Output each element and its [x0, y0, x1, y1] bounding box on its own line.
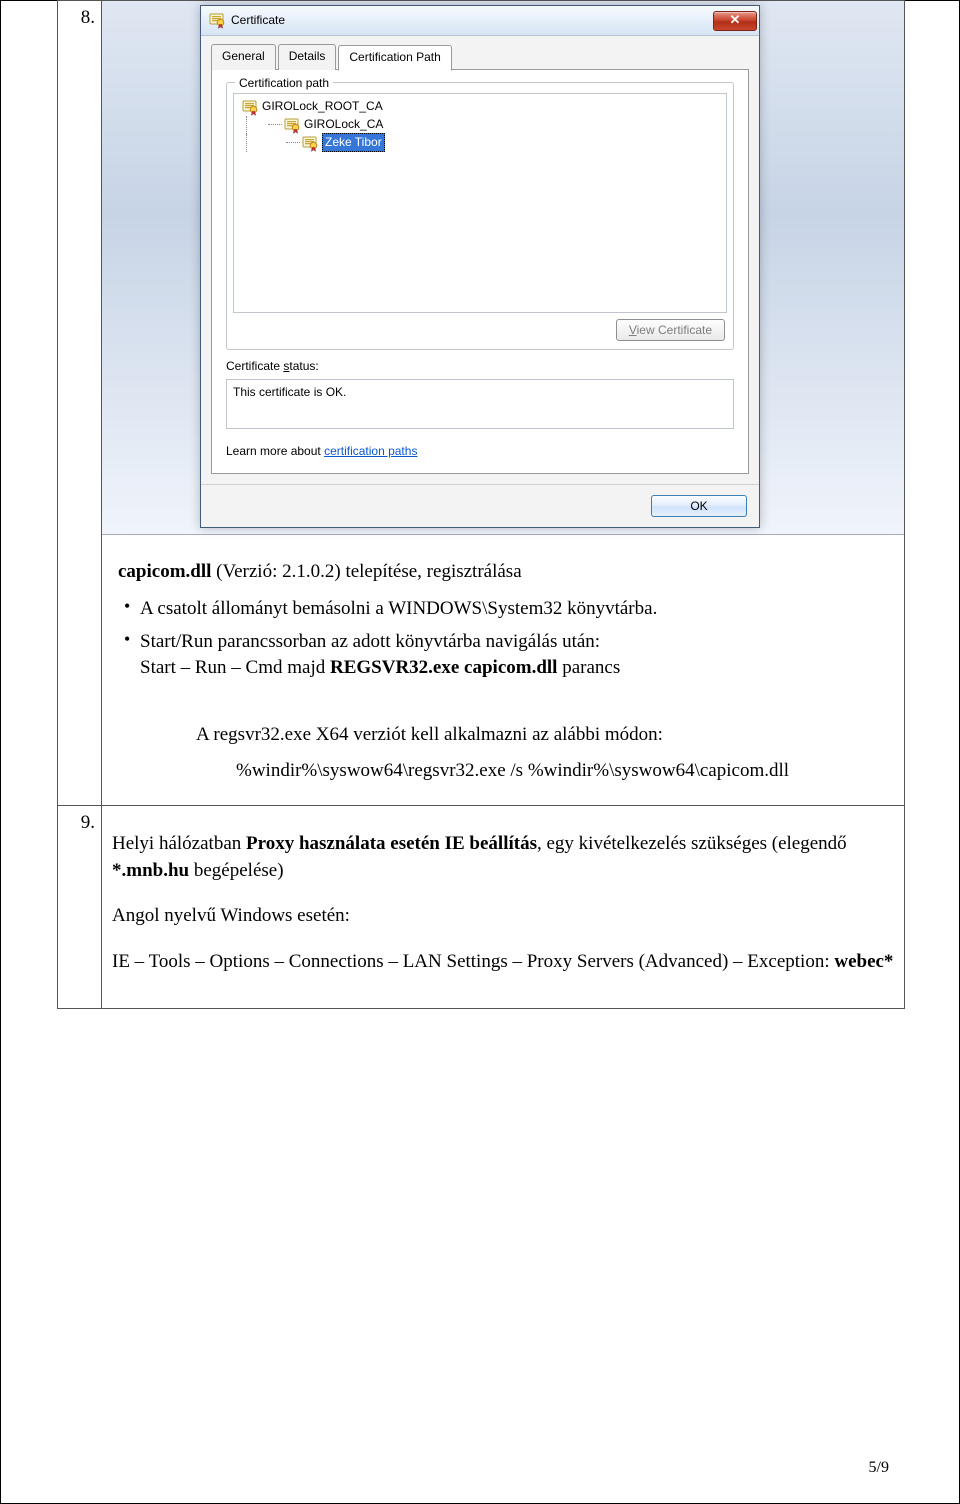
page: 8. Certificate ✕ [0, 0, 960, 1504]
tree-label: GIROLock_ROOT_CA [262, 98, 383, 115]
certificate-dialog: Certificate ✕ General Details Certificat… [200, 5, 760, 528]
close-button[interactable]: ✕ [713, 11, 757, 31]
row-number-8: 8. [58, 1, 102, 805]
tree-item-root[interactable]: GIROLock_ROOT_CA [238, 98, 722, 116]
tab-strip: General Details Certification Path [211, 44, 749, 70]
dialog-footer: OK [201, 484, 759, 527]
ok-button[interactable]: OK [651, 495, 747, 517]
x64-command: %windir%\syswow64\regsvr32.exe /s %windi… [118, 758, 888, 785]
proxy-line1: Helyi hálózatban Proxy használata esetén… [112, 831, 894, 884]
certificate-icon [242, 100, 258, 114]
bullet-dot-icon: • [124, 596, 140, 616]
certificate-status-label: Certificate status: [226, 358, 734, 375]
bullet-copy-file: • A csatolt állományt bemásolni a WINDOW… [124, 596, 888, 623]
tab-certification-path[interactable]: Certification Path [338, 45, 451, 71]
tab-details[interactable]: Details [278, 44, 337, 70]
certificate-icon [302, 136, 318, 150]
window-title: Certificate [231, 12, 713, 29]
group-label: Certification path [235, 75, 333, 92]
tree-item-intermediate[interactable]: GIROLock_CA [238, 116, 722, 134]
tree-label-selected: Zeke Tibor [322, 133, 385, 152]
tree-label: GIROLock_CA [304, 116, 383, 133]
tab-panel: Certification path GIROLock_ROOT_CA [211, 69, 749, 475]
certificate-status-text: This certificate is OK. [233, 385, 346, 399]
proxy-line2: Angol nyelvű Windows esetén: [112, 903, 894, 930]
capicom-heading: capicom.dll (Verzió: 2.1.0.2) telepítése… [118, 559, 888, 586]
dialog-background: Certificate ✕ General Details Certificat… [102, 1, 904, 535]
bullet-register: • Start/Run parancssorban az adott könyv… [124, 629, 888, 682]
row-8-content: Certificate ✕ General Details Certificat… [102, 1, 904, 805]
row-number-9: 9. [58, 806, 102, 1008]
row-8-text: capicom.dll (Verzió: 2.1.0.2) telepítése… [102, 535, 904, 805]
certificate-icon [209, 13, 225, 29]
page-number: 5/9 [869, 1457, 889, 1479]
certification-path-tree[interactable]: GIROLock_ROOT_CA GIROLock_CA [233, 93, 727, 313]
titlebar: Certificate ✕ [201, 6, 759, 36]
learn-more-link[interactable]: certification paths [324, 444, 417, 458]
bullet-dot-icon: • [124, 629, 140, 649]
row-9-content: Helyi hálózatban Proxy használata esetén… [102, 806, 904, 1008]
tab-general[interactable]: General [211, 44, 276, 70]
dialog-body: General Details Certification Path Certi… [201, 36, 759, 484]
table-row-9: 9. Helyi hálózatban Proxy használata ese… [58, 806, 904, 1008]
certificate-status-box: This certificate is OK. [226, 379, 734, 429]
tree-item-leaf[interactable]: Zeke Tibor [238, 134, 722, 152]
proxy-line3: IE – Tools – Options – Connections – LAN… [112, 949, 894, 976]
x64-note: A regsvr32.exe X64 verziót kell alkalmaz… [118, 722, 888, 749]
content-table: 8. Certificate ✕ [57, 0, 905, 1009]
certificate-icon [284, 118, 300, 132]
view-certificate-button: View Certificate [616, 319, 725, 341]
certification-path-group: Certification path GIROLock_ROOT_CA [226, 82, 734, 350]
close-icon: ✕ [730, 11, 741, 29]
table-row-8: 8. Certificate ✕ [58, 1, 904, 806]
learn-more: Learn more about certification paths [226, 443, 734, 460]
